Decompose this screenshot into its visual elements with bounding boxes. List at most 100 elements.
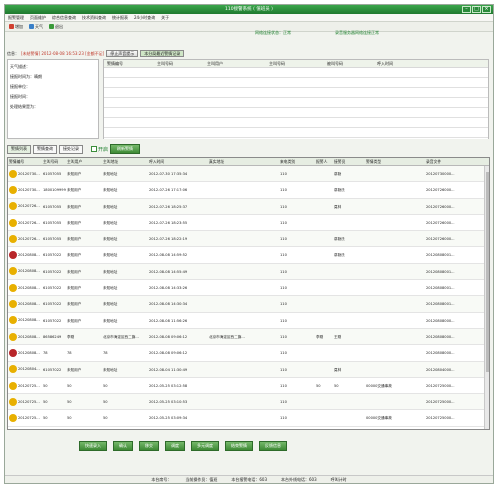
status-outside-phone: 本台外线电话：603 (281, 477, 317, 482)
multi-dispatch-button[interactable]: 多元调度 (191, 441, 219, 451)
table-row[interactable]: 20120725... 50 50 50 2012-05-25 03:12:58 110 5… (8, 378, 489, 395)
table-cell: 110 (280, 383, 287, 388)
recent-history-button[interactable]: 本分局最近警情记录 (140, 50, 185, 57)
table-cell: 20120726000... (426, 237, 455, 242)
table-cell: 61057022 (43, 318, 62, 323)
add-button[interactable]: 增加 (7, 24, 25, 30)
table-cell (315, 313, 333, 328)
table-cell (365, 182, 425, 197)
table-row[interactable]: 20120726... 61057055 未知用户 未知地址 2012-07-26 18… (8, 231, 489, 248)
quick-entry-button[interactable]: 快速录入 (79, 441, 107, 451)
tab-alarm-list[interactable]: 警情列表 (7, 144, 31, 154)
col-header[interactable]: 主叫号码 (42, 158, 66, 165)
table-row[interactable]: 20120726... 61057055 未知用户 未知地址 2012-07-26 18… (8, 215, 489, 232)
menu-item-tech-query[interactable]: 技术资料查询 (81, 14, 107, 21)
table-cell: 未知用户 (67, 204, 82, 209)
col-header[interactable]: 来电类别 (279, 158, 315, 165)
table-cell: 20120808... (8, 313, 42, 328)
col-caller-no: 主叫号码 (157, 61, 173, 66)
menu-item-24h-query[interactable]: 24小时查询 (133, 14, 156, 21)
col-header[interactable]: 主叫地址 (102, 158, 148, 165)
table-cell: 20120808... (8, 280, 42, 295)
col-header[interactable]: 报警人 (315, 158, 333, 165)
alarm-no-text: 20120808... (18, 302, 40, 307)
table-cell (365, 166, 425, 181)
table-row[interactable]: 20120808... 61057022 未知用户 未知地址 2012-08-08 14… (8, 280, 489, 297)
maximize-button[interactable]: □ (472, 6, 481, 13)
menu-item-reports[interactable]: 统计报表 (111, 14, 129, 21)
table-cell: 未知地址 (103, 286, 118, 291)
menu-item-info-query[interactable]: 综合信息查询 (51, 14, 77, 21)
table-cell: 未知地址 (103, 172, 118, 176)
table-cell: 2012-05-25 03:10:53 (149, 400, 188, 405)
table-cell (315, 199, 333, 214)
table-row[interactable]: 20120804... 61057022 未知用户 未知地址 2012-08-04 11… (8, 361, 489, 378)
table-row[interactable]: 20120730... 61057055 未知用户 未知地址 2012-07-30 17… (8, 166, 489, 183)
table-row[interactable]: 20120808... 78 78 78 2012-08-08 09:06:12 110 2… (8, 345, 489, 362)
table-cell: 20120808... (8, 264, 42, 279)
table-row[interactable]: 20120808... 61057022 未知用户 未知地址 2012-08-08 14… (8, 263, 489, 281)
stop-sound-button[interactable]: 停止声音提示 (106, 50, 139, 57)
table-cell (365, 247, 425, 262)
network-status: 网络连接状态：正常 (255, 30, 291, 35)
info-panel: 信息： [未结警情] 2012-08-08 16:53:23 [金额不足] 停止… (7, 49, 490, 145)
vertical-scrollbar[interactable] (484, 166, 489, 429)
col-header[interactable]: 录音文件 (425, 158, 485, 165)
table-cell: 20120726... (8, 231, 42, 246)
confirm-button[interactable]: 确认 (113, 441, 133, 451)
table-row[interactable]: 20120808... 61057022 未知用户 未知地址 2012-08-08 14… (8, 296, 489, 313)
refresh-button[interactable]: 刷新警情 (110, 144, 141, 154)
col-header[interactable]: 主叫用户 (66, 158, 102, 165)
tab-alarm-query[interactable]: 警情查询 (33, 144, 57, 154)
status-operator: 当前操作员：值班 (185, 477, 218, 482)
table-row[interactable]: 20120808... 61057022 未知用户 未知地址 2012-08-08 11… (8, 313, 489, 329)
scrollbar-thumb[interactable] (486, 172, 489, 372)
alarm-no-text: 20120808... (18, 350, 40, 355)
table-row[interactable]: 20120726... 61057055 未知用户 未知地址 2012-07-26 18… (8, 198, 489, 215)
table-cell (208, 247, 279, 262)
exit-button[interactable]: 退出 (47, 24, 65, 30)
close-button[interactable]: × (482, 6, 491, 13)
col-header[interactable]: 真实地址 (208, 158, 279, 165)
status-seat: 本台席号： (151, 477, 172, 482)
table-row[interactable]: 20120808... 61057022 未知用户 未知地址 2012-08-08 14… (8, 247, 489, 264)
menu-item-maintenance[interactable]: 页面维护 (29, 14, 47, 21)
weather-button[interactable]: 天气 (27, 24, 45, 30)
recent-grid-body[interactable] (104, 68, 488, 139)
table-cell (315, 182, 333, 197)
table-row[interactable]: 20120725... 50 50 50 2012-05-25 03:10:53 110 2… (8, 394, 489, 411)
add-icon (9, 24, 14, 29)
table-row[interactable]: 20120725... 50 50 50 2012-05-25 03:09:34 110 0… (8, 410, 489, 427)
end-alarm-button[interactable]: 结束警情 (225, 441, 253, 451)
dispatch-button[interactable]: 调度 (165, 441, 185, 451)
table-row[interactable]: 20120808... 86586249 李刚 北京市海淀区西二旗... 2012-08… (8, 328, 489, 346)
col-header[interactable]: 接警员 (333, 158, 365, 165)
enable-checkbox[interactable]: 开启 (91, 146, 108, 153)
table-cell: 20120725000... (426, 383, 455, 388)
col-header[interactable]: 警情类型 (365, 158, 425, 165)
table-cell (365, 280, 425, 295)
alarm-status-icon (9, 283, 17, 292)
table-cell (315, 410, 333, 425)
alarm-no-text: 20120725... (18, 399, 40, 404)
tab-handle-record[interactable]: 接处记录 (59, 144, 83, 154)
transfer-button[interactable]: 移交 (139, 441, 159, 451)
alarm-status-icon (9, 218, 17, 227)
table-cell: 未知地址 (103, 253, 118, 258)
col-header[interactable]: 警情编号 (8, 158, 42, 165)
minimize-button[interactable]: – (462, 6, 471, 13)
alarm-no-text: 20120730... (18, 187, 40, 192)
feedback-button[interactable]: 反馈信息 (259, 441, 287, 451)
table-cell: 110 (280, 237, 287, 242)
table-cell (333, 264, 365, 279)
col-header[interactable]: 呼入时间 (148, 158, 208, 165)
table-cell: 110 (280, 334, 287, 339)
table-cell: 61057055 (43, 172, 62, 176)
alarm-no-text: 20120730... (18, 171, 40, 176)
menu-item-alarm-mgmt[interactable]: 报警管理 (7, 14, 25, 21)
table-row[interactable]: 20120730... 18001099999 未知用户 未知地址 2012-07-26… (8, 182, 489, 199)
menu-item-about[interactable]: 关于 (160, 14, 170, 21)
alarm-status-icon (9, 234, 17, 243)
table-cell: 慕勤氏 (334, 237, 345, 242)
exit-label: 退出 (55, 23, 63, 29)
